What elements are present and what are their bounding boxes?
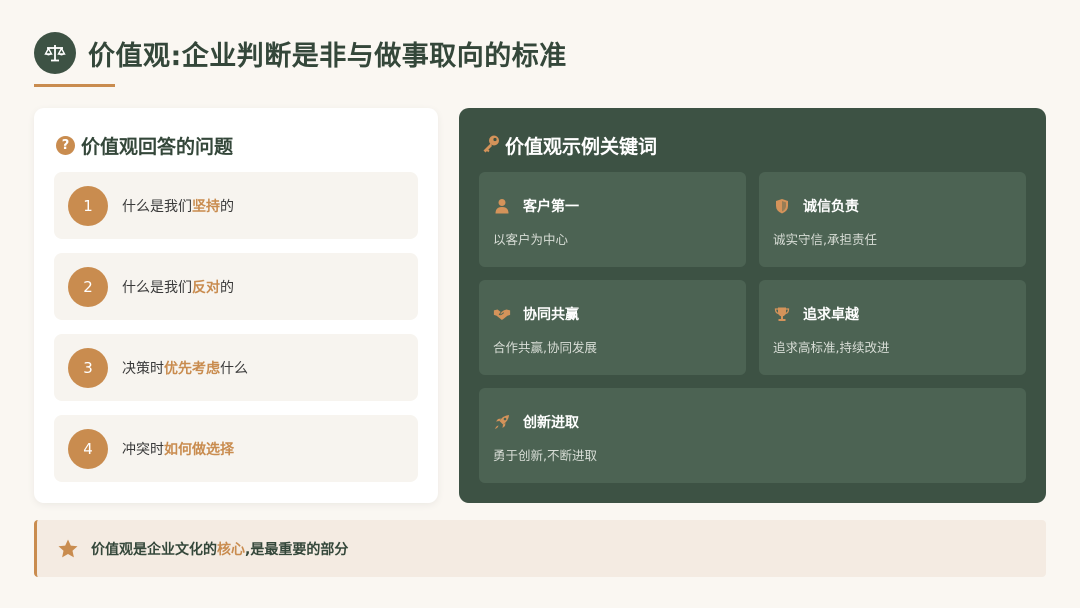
header: 价值观:企业判断是非与做事取向的标准 xyxy=(34,32,567,74)
keywords-heading: 价值观示例关键词 xyxy=(481,132,657,159)
keyword-title: 客户第一 xyxy=(523,199,579,215)
keyword-card-customer-first: 客户第一 以客户为中心 xyxy=(479,172,746,267)
question-text: 什么是我们反对的 xyxy=(122,279,234,296)
core-statement-bar: 价值观是企业文化的核心,是最重要的部分 xyxy=(34,520,1046,577)
keyword-title: 协同共赢 xyxy=(523,307,579,323)
keyword-desc: 诚实守信,承担责任 xyxy=(773,232,877,247)
question-number: 4 xyxy=(68,428,108,469)
user-icon xyxy=(493,197,511,215)
slide: 价值观:企业判断是非与做事取向的标准 ? 价值观回答的问题 1 什么是我们坚持的… xyxy=(0,0,1080,608)
trophy-icon xyxy=(773,305,791,323)
question-item-4: 4 冲突时如何做选择 xyxy=(54,415,418,482)
question-number: 3 xyxy=(68,347,108,388)
keyword-title: 创新进取 xyxy=(523,415,579,431)
keyword-desc: 勇于创新,不断进取 xyxy=(493,448,597,463)
keyword-title: 诚信负责 xyxy=(803,199,859,215)
title-underline xyxy=(34,84,115,87)
keyword-desc: 追求高标准,持续改进 xyxy=(773,340,890,355)
keyword-desc: 合作共赢,协同发展 xyxy=(493,340,597,355)
keywords-heading-label: 价值观示例关键词 xyxy=(505,136,658,158)
questions-card: ? 价值观回答的问题 1 什么是我们坚持的 2 什么是我们反对的 3 决策时优先… xyxy=(34,108,438,503)
star-icon xyxy=(57,538,79,560)
question-number: 1 xyxy=(68,185,108,226)
keyword-card-integrity: 诚信负责 诚实守信,承担责任 xyxy=(759,172,1026,267)
question-text: 什么是我们坚持的 xyxy=(122,198,234,215)
questions-heading: ? 价值观回答的问题 xyxy=(56,132,233,159)
key-icon xyxy=(481,134,501,158)
question-icon: ? xyxy=(56,136,75,155)
question-number: 2 xyxy=(68,266,108,307)
rocket-icon xyxy=(493,413,511,431)
scale-icon xyxy=(34,32,76,74)
keyword-card-innovation: 创新进取 勇于创新,不断进取 xyxy=(479,388,1026,483)
page-title: 价值观:企业判断是非与做事取向的标准 xyxy=(88,40,567,72)
keywords-panel: 价值观示例关键词 客户第一 以客户为中心 诚信负责 诚实守信,承担责任 协同共赢… xyxy=(459,108,1046,503)
keyword-title: 追求卓越 xyxy=(803,307,859,323)
question-item-1: 1 什么是我们坚持的 xyxy=(54,172,418,239)
keyword-card-collaboration: 协同共赢 合作共赢,协同发展 xyxy=(479,280,746,375)
question-item-2: 2 什么是我们反对的 xyxy=(54,253,418,320)
questions-heading-label: 价值观回答的问题 xyxy=(81,136,234,158)
question-text: 冲突时如何做选择 xyxy=(122,441,234,458)
core-statement-text: 价值观是企业文化的核心,是最重要的部分 xyxy=(91,541,349,558)
handshake-icon xyxy=(493,305,511,323)
question-text: 决策时优先考虑什么 xyxy=(122,360,248,377)
question-item-3: 3 决策时优先考虑什么 xyxy=(54,334,418,401)
keyword-card-excellence: 追求卓越 追求高标准,持续改进 xyxy=(759,280,1026,375)
shield-icon xyxy=(773,197,791,215)
keyword-desc: 以客户为中心 xyxy=(493,232,569,247)
